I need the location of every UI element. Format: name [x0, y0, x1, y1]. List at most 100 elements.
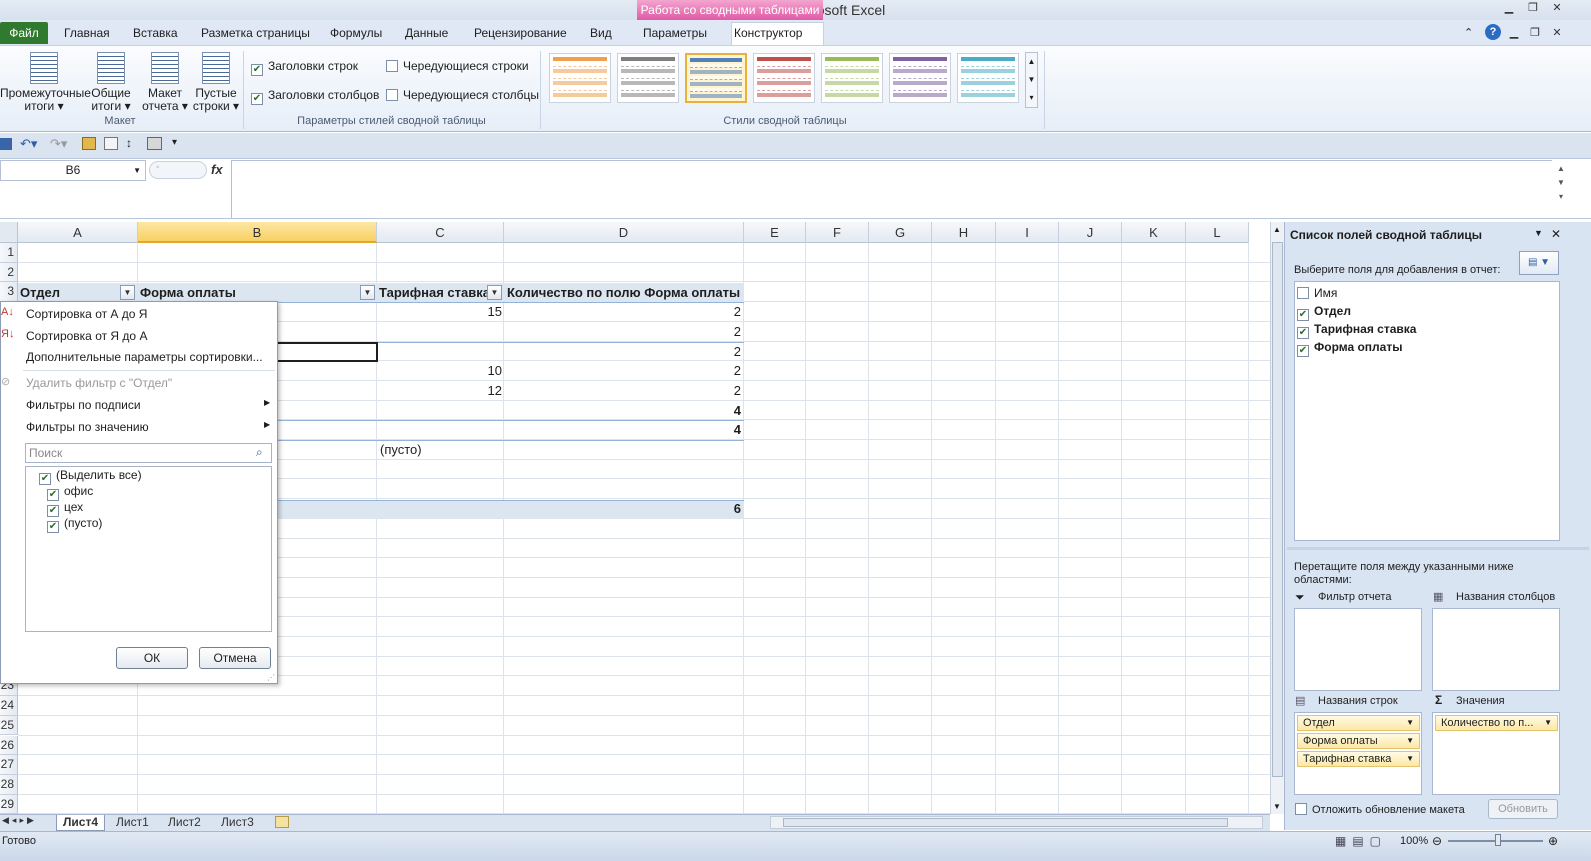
pivot-cell-rate[interactable]: 12	[377, 382, 502, 400]
filter-search-input[interactable]: Поиск	[25, 443, 272, 463]
column-header-I[interactable]: I	[996, 222, 1059, 243]
pivot-style-swatch[interactable]	[685, 53, 747, 103]
formula-bar-expander[interactable]: ◦	[149, 161, 207, 179]
row-header-25[interactable]: 25	[0, 715, 18, 736]
row-item-rate[interactable]: Тарифная ставка ▼	[1297, 751, 1420, 767]
zoom-in-icon[interactable]: ⊕	[1548, 834, 1558, 848]
horizontal-scroll-thumb[interactable]	[783, 818, 1228, 827]
qat-customize-icon[interactable]: ▾	[172, 137, 177, 148]
defer-update-checkbox[interactable]: Отложить обновление макета	[1295, 803, 1465, 816]
row-header-3[interactable]: 3	[0, 282, 18, 303]
redo-icon[interactable]: ↷▾	[50, 136, 67, 152]
pane-options-icon[interactable]: ▼	[1534, 228, 1543, 238]
sort-icon[interactable]: ↕	[126, 136, 132, 150]
tab-review[interactable]: Рецензирование	[474, 26, 567, 40]
label-filters-item[interactable]: Фильтры по подписи	[26, 398, 141, 412]
save-icon[interactable]	[0, 138, 12, 150]
horizontal-scrollbar[interactable]	[770, 816, 1263, 829]
blank-rows-button[interactable]: Пустые строки ▾	[192, 52, 240, 113]
pivot-style-swatch[interactable]	[753, 53, 815, 103]
field-name[interactable]: Имя	[1297, 286, 1337, 300]
formula-input[interactable]	[231, 160, 1552, 218]
scroll-up-icon[interactable]: ▲	[1273, 225, 1281, 234]
tab-data[interactable]: Данные	[405, 26, 448, 40]
zoom-slider-thumb[interactable]	[1495, 834, 1501, 846]
row-item-payment[interactable]: Форма оплаты ▼	[1297, 733, 1420, 749]
select-all-corner[interactable]	[0, 222, 18, 243]
gallery-scroll[interactable]: ▲ ▼ ▾	[1025, 52, 1038, 108]
column-header-E[interactable]: E	[744, 222, 806, 243]
pivot-cell-count[interactable]: 4	[504, 402, 741, 420]
banded-cols-checkbox[interactable]: Чередующиеся столбцы	[386, 88, 539, 102]
row-header-28[interactable]: 28	[0, 774, 18, 795]
clear-filter-item[interactable]: Удалить фильтр с "Отдел"	[26, 376, 172, 390]
grand-totals-button[interactable]: Общие итоги ▾	[89, 52, 133, 113]
view-buttons[interactable]: ▦▤▢	[1335, 834, 1387, 848]
filter-item-select-all[interactable]: ✔ (Выделить все)	[39, 468, 142, 485]
restore-icon[interactable]: ❐	[1524, 1, 1542, 17]
insert-function-icon[interactable]: fx	[211, 162, 223, 177]
pivot-cell-count[interactable]: 2	[504, 303, 741, 321]
value-filters-item[interactable]: Фильтры по значению	[26, 420, 149, 434]
row-item-dept[interactable]: Отдел ▼	[1297, 715, 1420, 731]
pivot-cell-count[interactable]: 4	[504, 421, 741, 439]
column-header-L[interactable]: L	[1186, 222, 1249, 243]
banded-rows-checkbox[interactable]: Чередующиеся строки	[386, 59, 529, 73]
resize-grip-icon[interactable]: ⋰	[267, 673, 275, 682]
column-header-D[interactable]: D	[504, 222, 744, 243]
tab-file[interactable]: Файл	[0, 22, 48, 44]
row-header-24[interactable]: 24	[0, 696, 18, 716]
cancel-button[interactable]: Отмена	[199, 647, 271, 669]
column-header-G[interactable]: G	[869, 222, 932, 243]
row-header-26[interactable]: 26	[0, 735, 18, 756]
tab-view[interactable]: Вид	[590, 26, 612, 40]
sort-az-item[interactable]: Сортировка от А до Я	[26, 307, 147, 321]
print-icon[interactable]	[147, 137, 162, 150]
row-header-27[interactable]: 27	[0, 755, 18, 775]
pane-close-icon[interactable]: ✕	[1551, 227, 1561, 241]
close-icon[interactable]: ✕	[1548, 1, 1566, 17]
ok-button[interactable]: ОК	[116, 647, 188, 669]
formula-scroll[interactable]: ▲ ▼ ▾	[1555, 162, 1567, 204]
row-header-2[interactable]: 2	[0, 262, 18, 283]
pivot-cell-rate[interactable]: 10	[377, 362, 502, 380]
pane-splitter[interactable]	[1287, 547, 1589, 550]
name-box[interactable]: B6 ▼	[0, 160, 146, 181]
column-header-C[interactable]: C	[377, 222, 504, 243]
field-dept[interactable]: ✔ Отдел	[1297, 304, 1351, 321]
tab-page-layout[interactable]: Разметка страницы	[201, 26, 310, 40]
doc-minimize-icon[interactable]: ▁	[1505, 26, 1523, 42]
column-header-A[interactable]: A	[18, 222, 138, 243]
paste-icon[interactable]	[82, 137, 96, 150]
field-layout-button[interactable]: ▤ ▼	[1519, 251, 1559, 275]
tab-design[interactable]: Конструктор	[734, 26, 802, 40]
subtotals-button[interactable]: Промежуточные итоги ▾	[0, 52, 91, 113]
column-header-K[interactable]: K	[1122, 222, 1186, 243]
more-sort-item[interactable]: Дополнительные параметры сортировки...	[26, 350, 263, 364]
dept-filter-button[interactable]: ▼	[120, 285, 135, 300]
tab-home[interactable]: Главная	[64, 26, 110, 40]
scroll-down-icon[interactable]: ▼	[1273, 802, 1281, 811]
sheet-tab-list4[interactable]: Лист4	[56, 815, 106, 831]
vertical-scroll-thumb[interactable]	[1272, 242, 1283, 777]
sheet-tab-list3[interactable]: Лист3	[215, 815, 260, 831]
filter-item-empty[interactable]: ✔ (пусто)	[47, 516, 102, 533]
report-filter-area[interactable]	[1294, 608, 1422, 691]
pivot-cell-count[interactable]: 2	[504, 323, 741, 341]
pivot-cell-count[interactable]: 2	[504, 362, 741, 380]
filter-item-shop[interactable]: ✔ цех	[47, 500, 83, 517]
tab-options[interactable]: Параметры	[643, 26, 707, 40]
pivot-cell-rate[interactable]: (пусто)	[380, 441, 422, 459]
sort-za-item[interactable]: Сортировка от Я до А	[26, 329, 147, 343]
zoom-out-icon[interactable]: ⊖	[1432, 834, 1442, 848]
tab-insert[interactable]: Вставка	[133, 26, 178, 40]
pivot-cell-count[interactable]: 2	[504, 343, 741, 361]
row-header-1[interactable]: 1	[0, 243, 18, 263]
zoom-level[interactable]: 100%	[1400, 835, 1428, 847]
pivot-style-swatch[interactable]	[821, 53, 883, 103]
update-button[interactable]: Обновить	[1488, 799, 1558, 819]
sheet-tab-list1[interactable]: Лист1	[110, 815, 155, 831]
pivot-style-swatch[interactable]	[549, 53, 611, 103]
help-icon[interactable]: ?	[1485, 24, 1501, 40]
pivot-style-swatch[interactable]	[889, 53, 951, 103]
